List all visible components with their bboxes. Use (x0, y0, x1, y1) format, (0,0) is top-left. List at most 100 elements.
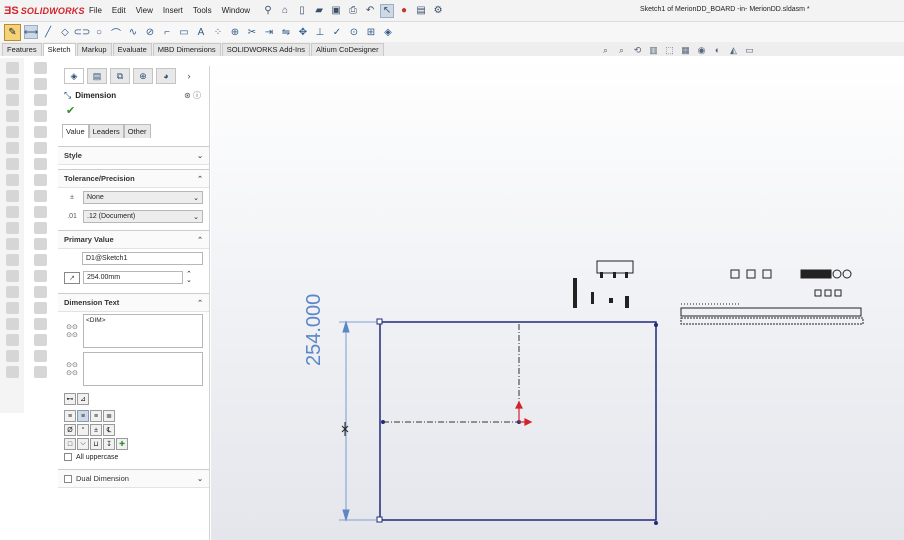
menu-insert[interactable]: Insert (158, 6, 188, 15)
display-manager-tab-icon[interactable]: ◕ (156, 68, 176, 84)
strip-icon[interactable] (33, 190, 47, 202)
subtab-other[interactable]: Other (123, 124, 151, 138)
strip-icon[interactable] (5, 366, 19, 378)
counterbore-symbol-icon[interactable]: ⊔ (90, 438, 102, 450)
relations-icon[interactable]: ⊥ (313, 25, 327, 39)
vertex-point[interactable] (376, 516, 383, 523)
dimension-text-header[interactable]: Dimension Text ⌃ (58, 294, 209, 312)
display-style-icon[interactable]: ▦ (680, 43, 691, 57)
line-icon[interactable]: ╱ (41, 25, 55, 39)
dual-dimension-header[interactable]: Dual Dimension ⌄ (58, 470, 209, 488)
strip-icon[interactable] (5, 158, 19, 170)
tab-markup[interactable]: Markup (76, 43, 112, 56)
strip-icon[interactable] (33, 286, 47, 298)
select-pointer-icon[interactable]: ↖ (380, 3, 395, 18)
strip-icon[interactable] (33, 94, 47, 106)
ok-check-icon[interactable]: ✔ (58, 104, 209, 120)
diameter-symbol-icon[interactable]: Ø (64, 424, 76, 436)
configuration-manager-tab-icon[interactable]: ⧉ (110, 68, 130, 84)
align-right-icon[interactable]: ≡ (90, 410, 102, 422)
pin-icon[interactable]: ⚲ (261, 4, 275, 18)
midpoint[interactable] (381, 420, 385, 424)
smart-dimension-icon[interactable]: ⟷ (24, 25, 38, 39)
tab-solidworks-addins[interactable]: SOLIDWORKS Add-Ins (221, 43, 311, 56)
extend-icon[interactable]: ⇥ (262, 25, 276, 39)
align-left-icon[interactable]: ≡ (64, 410, 76, 422)
primary-value-header[interactable]: Primary Value ⌃ (58, 231, 209, 249)
text-link-icon[interactable]: ⊙⊙ ⊙⊙ (64, 316, 80, 346)
strip-icon[interactable] (5, 62, 19, 74)
menu-view[interactable]: View (131, 6, 158, 15)
tolerance-type-select[interactable]: None ⌄ (83, 191, 203, 204)
repair-icon[interactable]: ✓ (330, 25, 344, 39)
degree-symbol-icon[interactable]: ° (77, 424, 89, 436)
strip-icon[interactable] (5, 190, 19, 202)
subtab-leaders[interactable]: Leaders (88, 124, 124, 138)
help-icons[interactable]: ⊛ ⓘ (184, 90, 201, 101)
edit-appearance-icon[interactable]: ◐ (712, 43, 723, 57)
square-symbol-icon[interactable]: □ (64, 438, 76, 450)
strip-icon[interactable] (33, 350, 47, 362)
hide-show-icon[interactable]: ◉ (696, 43, 707, 57)
tab-altium-codesigner[interactable]: Altium CoDesigner (311, 43, 384, 56)
construction-icon[interactable]: ⊕ (228, 25, 242, 39)
strip-icon[interactable] (5, 350, 19, 362)
offset-icon[interactable]: ▭ (177, 25, 191, 39)
strip-icon[interactable] (5, 78, 19, 90)
expand-chevron-icon[interactable]: › (179, 68, 199, 84)
shaded-sketch-icon[interactable]: ◈ (381, 25, 395, 39)
graphics-area[interactable]: 254.000 (211, 56, 904, 540)
home-icon[interactable]: ⌂ (278, 4, 292, 18)
strip-icon[interactable] (5, 270, 19, 282)
circle-icon[interactable]: ○ (92, 25, 106, 39)
polygon-icon[interactable]: ◇ (58, 25, 72, 39)
dimension-value-field[interactable]: 254.00mm (83, 271, 183, 284)
strip-icon[interactable] (5, 334, 19, 346)
instant2d-icon[interactable]: ⊞ (364, 25, 378, 39)
strip-icon[interactable] (33, 222, 47, 234)
trim-icon[interactable]: ✂ (245, 25, 259, 39)
zoom-to-fit-icon[interactable]: ⌕ (600, 43, 611, 57)
scene-icon[interactable]: ◭ (728, 43, 739, 57)
menu-window[interactable]: Window (217, 6, 255, 15)
subtab-value[interactable]: Value (62, 124, 89, 138)
ellipse-icon[interactable]: ⊘ (143, 25, 157, 39)
strip-icon[interactable] (33, 254, 47, 266)
strip-icon[interactable] (5, 142, 19, 154)
strip-icon[interactable] (5, 222, 19, 234)
feature-manager-tab-icon[interactable]: ◈ (64, 68, 84, 84)
align-center-icon[interactable]: ≡ (77, 410, 89, 422)
dimension-name-field[interactable]: D1@Sketch1 (82, 252, 203, 265)
file-properties-icon[interactable]: ▤ (414, 4, 428, 18)
strip-icon[interactable] (33, 142, 47, 154)
tolerance-header[interactable]: Tolerance/Precision ⌃ (58, 170, 209, 188)
tab-features[interactable]: Features (2, 43, 42, 56)
strip-icon[interactable] (5, 110, 19, 122)
save-icon[interactable]: ▣ (329, 4, 343, 18)
strip-icon[interactable] (5, 238, 19, 250)
strip-icon[interactable] (5, 126, 19, 138)
point-icon[interactable]: ⁘ (211, 25, 225, 39)
strip-icon[interactable] (33, 62, 47, 74)
arc-icon[interactable]: ⌒ (109, 25, 123, 40)
text-position-icon[interactable]: ⊷ (64, 393, 76, 405)
more-symbols-icon[interactable]: ✚ (116, 438, 128, 450)
vertex-point[interactable] (654, 323, 658, 327)
spinner-icon[interactable]: ⌃ ⌄ (186, 271, 192, 284)
strip-icon[interactable] (5, 318, 19, 330)
precision-select[interactable]: .12 (Document) ⌄ (83, 210, 203, 223)
strip-icon[interactable] (33, 206, 47, 218)
section-view-icon[interactable]: ▥ (648, 43, 659, 57)
strip-icon[interactable] (5, 286, 19, 298)
strip-icon[interactable] (33, 270, 47, 282)
undo-icon[interactable]: ↶ (363, 4, 377, 18)
menu-file[interactable]: File (84, 6, 107, 15)
all-uppercase-option[interactable]: All uppercase (58, 451, 209, 463)
strip-icon[interactable] (5, 94, 19, 106)
style-header[interactable]: Style ⌄ (58, 147, 209, 165)
plus-minus-symbol-icon[interactable]: ± (90, 424, 102, 436)
menu-edit[interactable]: Edit (107, 6, 131, 15)
slot-icon[interactable]: ⊂⊃ (74, 25, 91, 39)
tab-evaluate[interactable]: Evaluate (112, 43, 152, 56)
justify-extra-icon[interactable]: ≣ (103, 410, 115, 422)
